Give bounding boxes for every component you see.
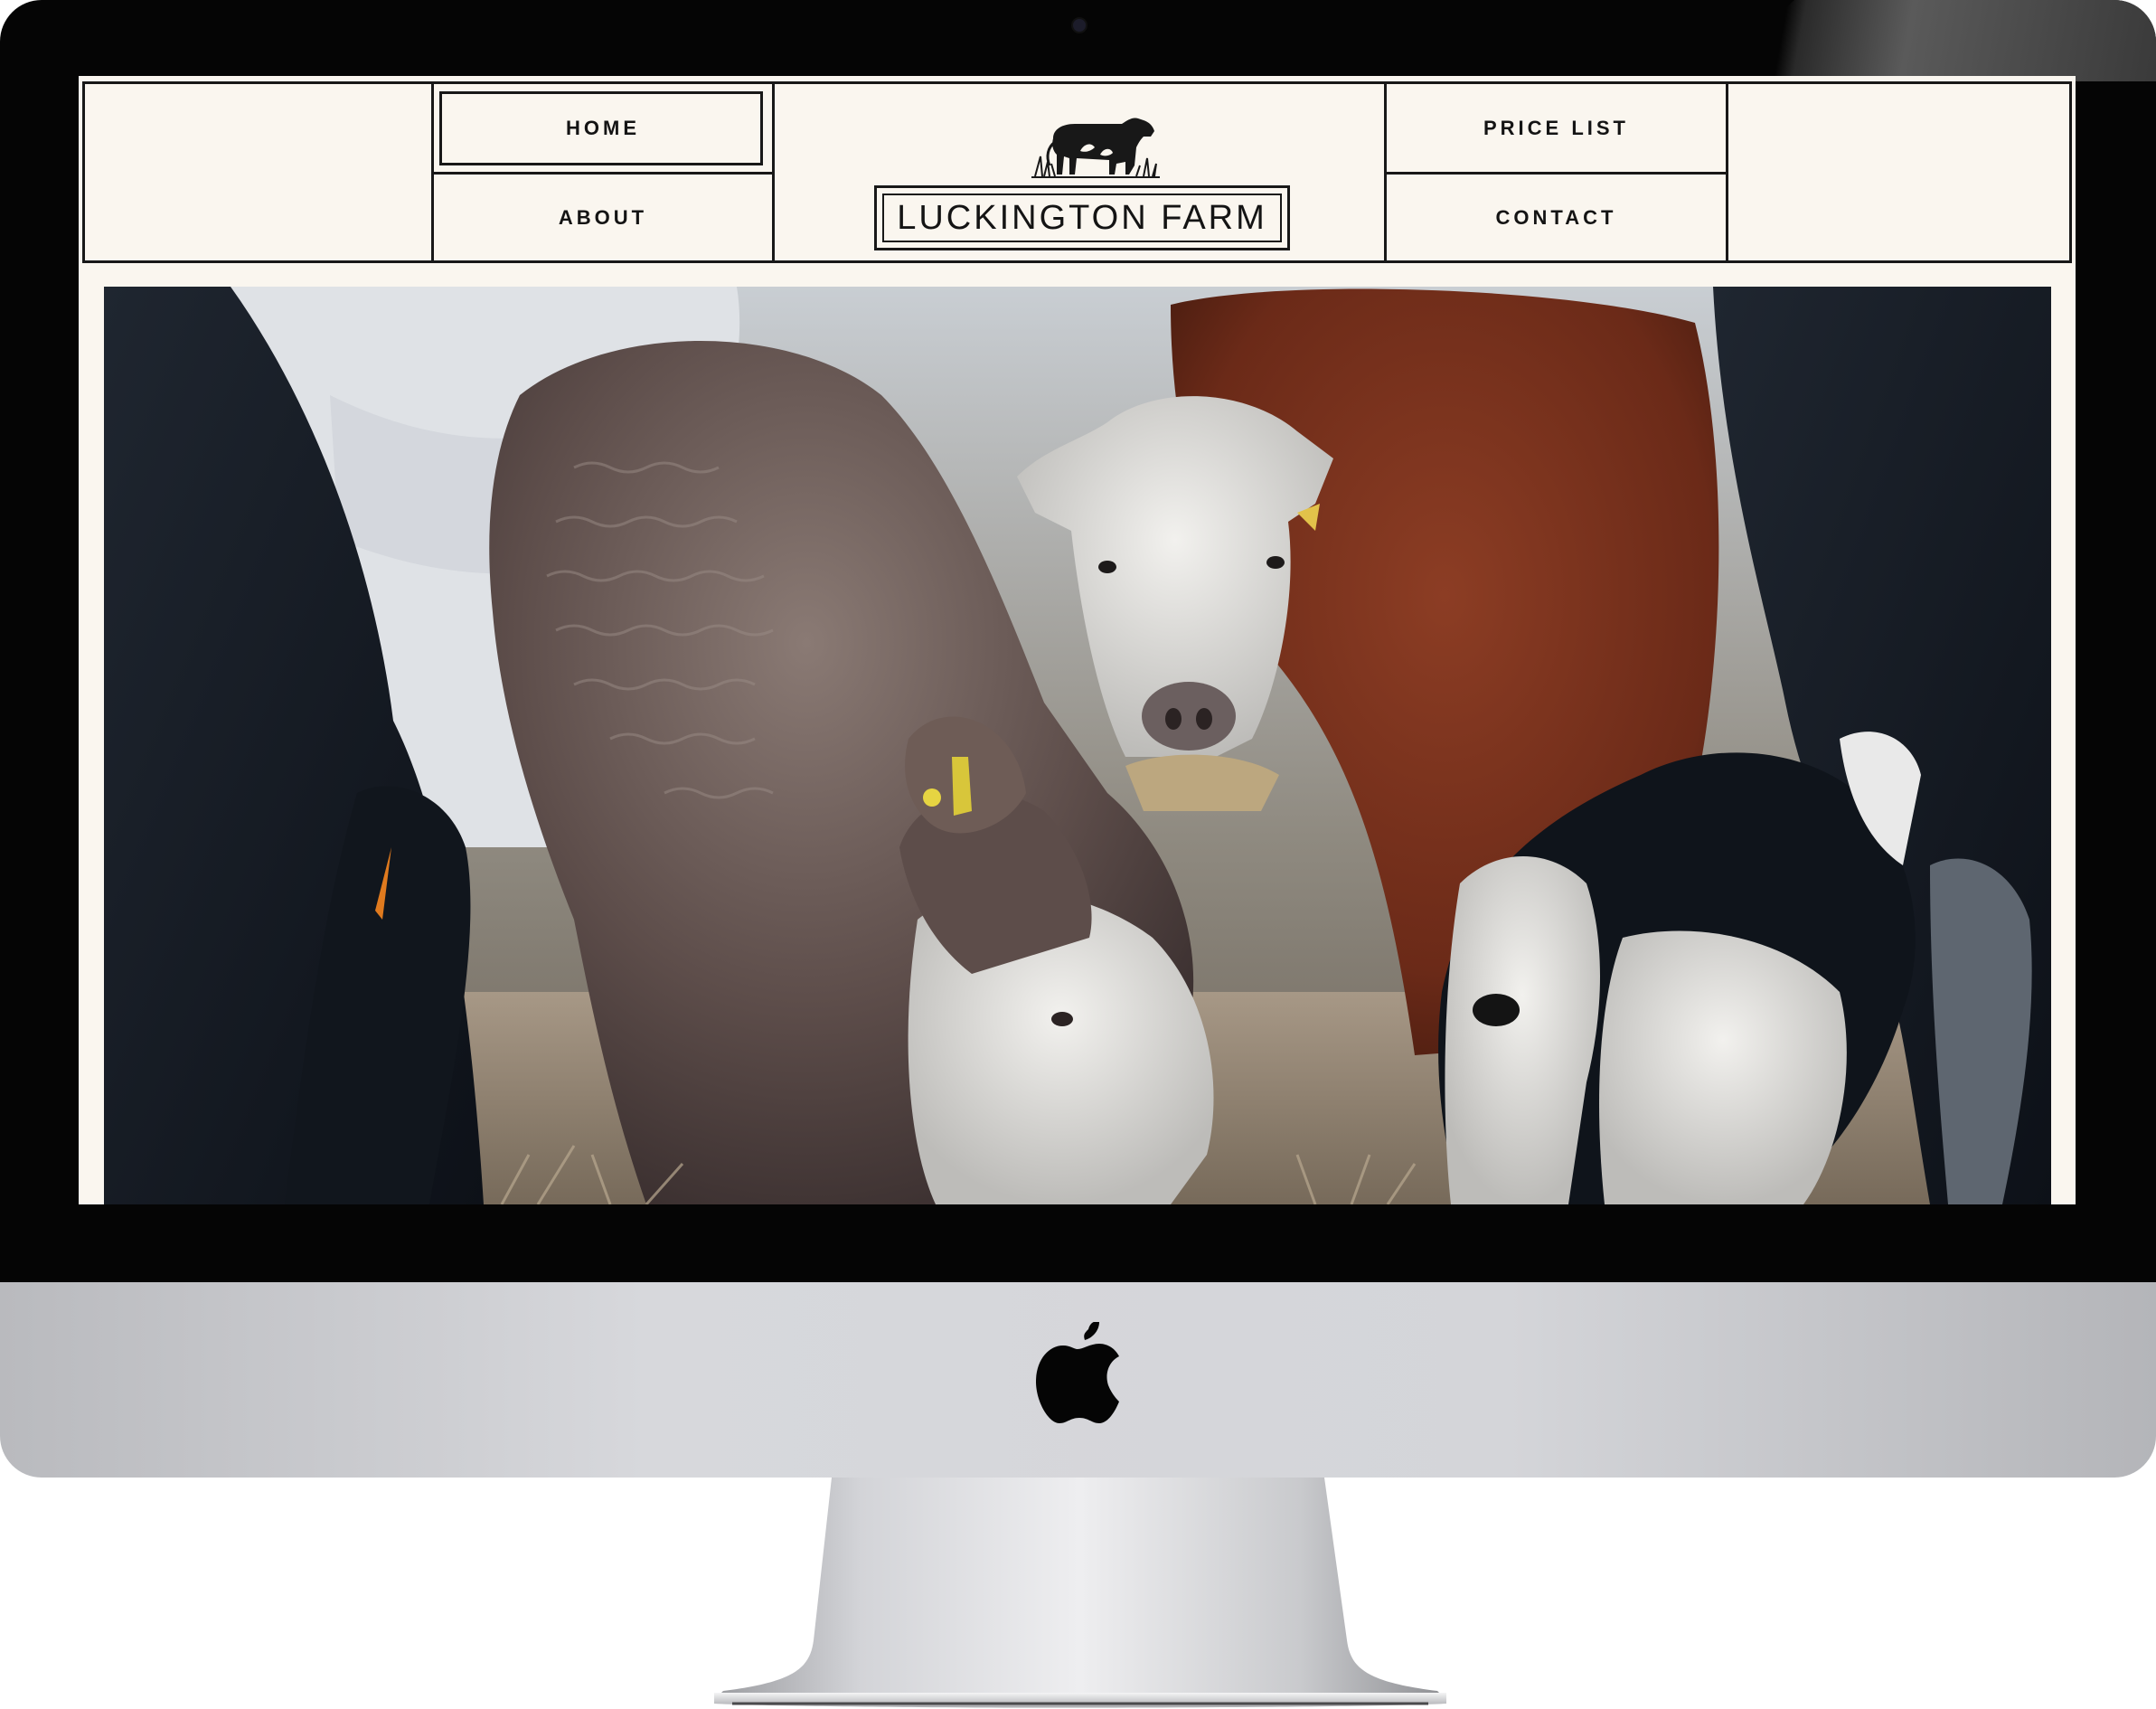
nav-empty-cell-right bbox=[1728, 84, 2069, 260]
nav-home-link[interactable]: HOME bbox=[434, 84, 772, 172]
nav-about-label: ABOUT bbox=[558, 205, 648, 229]
site-header: HOME ABOUT PRICE LIST CONTACT LUCKINGTON… bbox=[82, 81, 2072, 263]
cow-silhouette-icon bbox=[1031, 118, 1160, 178]
site-logo[interactable]: LUCKINGTON FARM bbox=[874, 111, 1290, 250]
monitor-bezel: HOME ABOUT PRICE LIST CONTACT LUCKINGTON… bbox=[0, 0, 2156, 1282]
grazing-cattle-photo bbox=[104, 287, 2051, 1204]
logo-frame: LUCKINGTON FARM bbox=[874, 185, 1290, 250]
screen: HOME ABOUT PRICE LIST CONTACT LUCKINGTON… bbox=[79, 76, 2076, 1204]
nav-home-label: HOME bbox=[566, 116, 640, 139]
monitor-chin bbox=[0, 1282, 2156, 1478]
nav-divider bbox=[772, 84, 775, 260]
nav-about-link[interactable]: ABOUT bbox=[434, 175, 772, 260]
nav-contact-label: CONTACT bbox=[1495, 205, 1617, 229]
hero-image bbox=[104, 287, 2051, 1204]
apple-logo-icon bbox=[1036, 1322, 1119, 1423]
nav-price-list-label: PRICE LIST bbox=[1483, 116, 1629, 139]
nav-price-list-link[interactable]: PRICE LIST bbox=[1387, 84, 1726, 172]
webcam-icon bbox=[1073, 19, 1086, 32]
nav-contact-link[interactable]: CONTACT bbox=[1387, 175, 1726, 260]
nav-empty-cell-left bbox=[85, 84, 431, 260]
logo-frame-inner: LUCKINGTON FARM bbox=[882, 194, 1282, 242]
bezel-glare bbox=[1704, 0, 2156, 81]
monitor-stand bbox=[714, 1478, 1446, 1708]
brand-name: LUCKINGTON FARM bbox=[897, 199, 1267, 237]
